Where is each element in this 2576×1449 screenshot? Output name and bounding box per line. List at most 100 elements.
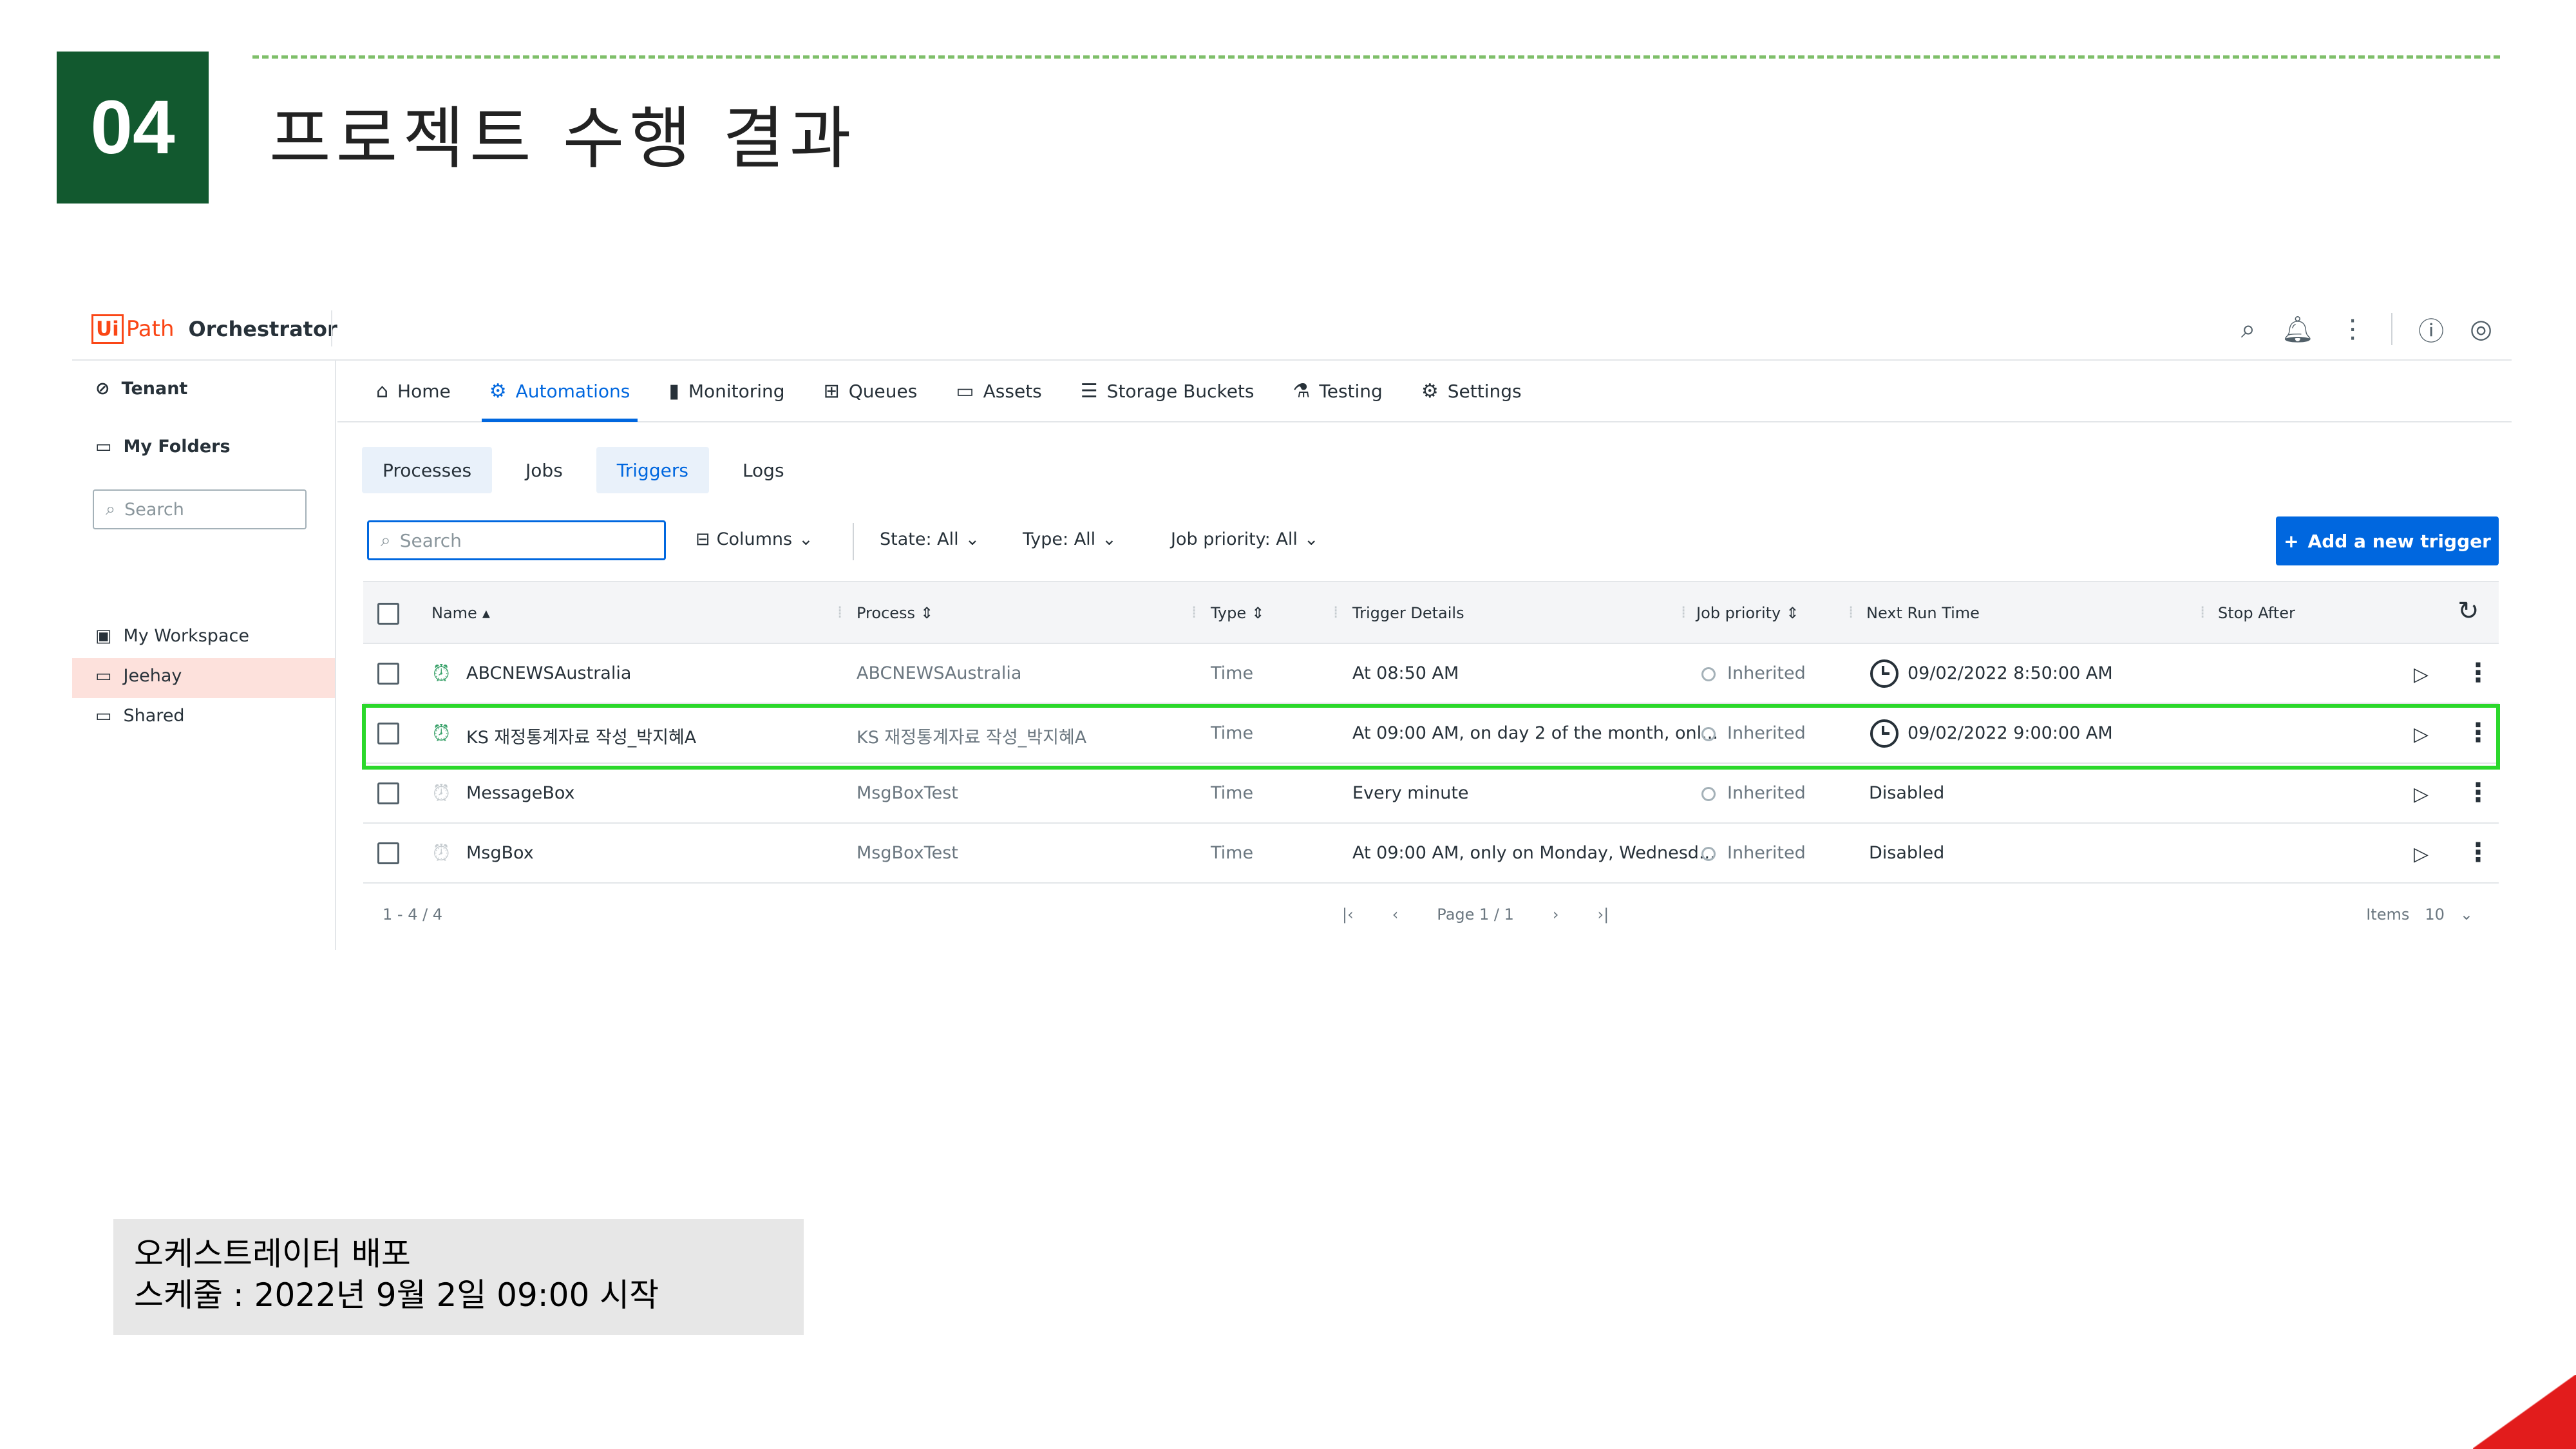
trigger-search-input[interactable]: ⌕ Search: [367, 520, 666, 560]
tab-settings[interactable]: ⚙ Settings: [1402, 360, 1541, 422]
trigger-name[interactable]: MessageBox: [466, 783, 575, 803]
subtab-triggers[interactable]: Triggers: [596, 447, 709, 493]
chevron-down-icon: ⌄: [2459, 905, 2473, 923]
home-icon: ⌂: [376, 379, 389, 402]
sort-icon: ⇕: [1251, 604, 1265, 622]
plus-icon: +: [2284, 530, 2299, 552]
priority-dot-icon: [1701, 667, 1716, 681]
product-name: Orchestrator: [188, 317, 337, 341]
priority-dot-icon: [1701, 847, 1716, 861]
pagination: 1 - 4 / 4 |‹ ‹ Page 1 / 1 › ›| Items 10 …: [337, 895, 2512, 934]
type-filter[interactable]: Type: All ⌄: [1023, 529, 1117, 549]
row-checkbox[interactable]: [377, 782, 399, 804]
sidebar-item-jeehay[interactable]: ▭ Jeehay: [95, 666, 182, 686]
monitoring-icon: ▮: [668, 379, 679, 402]
columns-button[interactable]: ⊟ Columns ⌄: [696, 529, 813, 549]
add-trigger-button[interactable]: + Add a new trigger: [2276, 516, 2499, 565]
column-resize-icon[interactable]: ⁞: [2200, 603, 2205, 622]
select-all-checkbox[interactable]: [377, 603, 399, 625]
table-row[interactable]: ⏰︎ ABCNEWSAustralia ABCNEWSAustralia Tim…: [363, 644, 2499, 704]
trigger-name[interactable]: KS 재정통계자료 작성_박지혜A: [466, 723, 696, 748]
column-header-stop-after[interactable]: Stop After: [2218, 604, 2295, 622]
priority-dot-icon: [1701, 787, 1716, 801]
trigger-name[interactable]: MsgBox: [466, 843, 534, 863]
more-vertical-icon[interactable]: ⋮: [2465, 838, 2491, 867]
sidebar-item-tenant[interactable]: ⊘ Tenant: [95, 379, 187, 399]
triggers-table: Name ▴ ⁞ Process ⇕ ⁞ Type ⇕ ⁞ Trigger De…: [362, 581, 2500, 884]
trigger-details: At 09:00 AM, only on Monday, Wednesd...: [1352, 843, 1716, 863]
table-row[interactable]: ⏰︎ MsgBox MsgBoxTest Time At 09:00 AM, o…: [363, 824, 2499, 884]
row-checkbox[interactable]: [377, 663, 399, 685]
job-priority-filter[interactable]: Job priority: All ⌄: [1171, 529, 1318, 549]
trigger-type: Time: [1211, 723, 1254, 743]
table-row[interactable]: ⏰︎ KS 재정통계자료 작성_박지혜A KS 재정통계자료 작성_박지혜A T…: [363, 704, 2499, 764]
play-icon[interactable]: ▷: [2414, 843, 2429, 866]
column-header-name[interactable]: Name ▴: [431, 604, 490, 622]
column-resize-icon[interactable]: ⁞: [1333, 603, 1338, 622]
sidebar-search-input[interactable]: ⌕ Search: [93, 489, 307, 529]
trigger-details: At 09:00 AM, on day 2 of the month, onl.…: [1352, 723, 1718, 743]
more-vertical-icon[interactable]: ⋮: [2465, 658, 2491, 688]
row-checkbox[interactable]: [377, 723, 399, 744]
tab-storage-buckets[interactable]: ☰ Storage Buckets: [1061, 360, 1274, 422]
search-icon[interactable]: ⌕: [2241, 314, 2255, 344]
next-run-time: 09/02/2022 8:50:00 AM: [1908, 663, 2113, 683]
column-resize-icon[interactable]: ⁞: [1848, 603, 1853, 622]
section-number: 04: [57, 52, 209, 204]
subtab-jobs[interactable]: Jobs: [505, 447, 583, 493]
column-resize-icon[interactable]: ⁞: [1681, 603, 1686, 622]
page-range: 1 - 4 / 4: [383, 905, 443, 923]
tab-testing[interactable]: ⚗ Testing: [1273, 360, 1401, 422]
chevron-down-icon: ⌄: [1303, 529, 1319, 549]
trigger-name[interactable]: ABCNEWSAustralia: [466, 663, 631, 683]
row-checkbox[interactable]: [377, 842, 399, 864]
first-page-icon[interactable]: |‹: [1342, 905, 1354, 923]
bell-icon[interactable]: 🔔︎: [2281, 314, 2314, 345]
slide: 04 프로젝트 수행 결과 Ui Path Orchestrator ⌕ 🔔︎ …: [0, 0, 2576, 1449]
chevron-down-icon: ⌄: [965, 529, 980, 549]
column-header-next-run-time[interactable]: Next Run Time: [1866, 604, 1980, 622]
column-header-process[interactable]: Process ⇕: [857, 604, 933, 622]
filter-toolbar: ⌕ Search ⊟ Columns ⌄ State: All ⌄ Type: …: [337, 515, 2512, 567]
subtab-logs[interactable]: Logs: [722, 447, 805, 493]
tab-queues[interactable]: ⊞ Queues: [804, 360, 937, 422]
tab-home[interactable]: ⌂ Home: [357, 360, 470, 422]
sidebar-item-my-folders[interactable]: ▭ My Folders: [95, 437, 231, 457]
user-avatar-icon[interactable]: ◎: [2470, 314, 2492, 344]
play-icon[interactable]: ▷: [2414, 663, 2429, 686]
chevron-down-icon: ⌄: [1102, 529, 1117, 549]
column-resize-icon[interactable]: ⁞: [837, 603, 842, 622]
subtab-processes[interactable]: Processes: [362, 447, 493, 493]
caption-line-1: 오케스트레이터 배포: [134, 1235, 411, 1273]
trigger-type: Time: [1211, 663, 1254, 683]
more-vertical-icon[interactable]: ⋮: [2340, 314, 2365, 344]
column-resize-icon[interactable]: ⁞: [1191, 603, 1197, 622]
prev-page-icon[interactable]: ‹: [1392, 905, 1399, 923]
next-page-icon[interactable]: ›: [1553, 905, 1559, 923]
column-header-type[interactable]: Type ⇕: [1211, 604, 1264, 622]
sidebar-item-shared[interactable]: ▭ Shared: [95, 706, 185, 726]
more-vertical-icon[interactable]: ⋮: [2465, 778, 2491, 808]
items-per-page[interactable]: Items 10 ⌄: [2366, 905, 2473, 923]
divider: [252, 55, 2500, 59]
play-icon[interactable]: ▷: [2414, 783, 2429, 806]
orchestrator-screenshot: Ui Path Orchestrator ⌕ 🔔︎ ⋮ ⓘ ◎ ⊘ Tenant…: [72, 296, 2512, 950]
column-header-job-priority[interactable]: Job priority ⇕: [1696, 604, 1799, 622]
sidebar-item-my-workspace[interactable]: ▣ My Workspace: [95, 626, 249, 646]
tab-automations[interactable]: ⚙ Automations: [470, 360, 650, 422]
table-row[interactable]: ⏰︎ MessageBox MsgBoxTest Time Every minu…: [363, 764, 2499, 824]
refresh-icon[interactable]: ↻: [2458, 596, 2479, 626]
state-filter[interactable]: State: All ⌄: [880, 529, 980, 549]
alarm-clock-icon: ⏰︎: [433, 721, 450, 746]
tab-monitoring[interactable]: ▮ Monitoring: [649, 360, 804, 422]
help-icon[interactable]: ⓘ: [2418, 310, 2444, 348]
last-page-icon[interactable]: ›|: [1598, 905, 1609, 923]
column-header-trigger-details[interactable]: Trigger Details: [1352, 604, 1464, 622]
storage-icon: ☰: [1080, 379, 1098, 402]
more-vertical-icon[interactable]: ⋮: [2465, 718, 2491, 748]
uipath-logo[interactable]: Ui Path Orchestrator: [91, 314, 337, 344]
play-icon[interactable]: ▷: [2414, 723, 2429, 746]
assets-icon: ▭: [956, 379, 974, 402]
tab-assets[interactable]: ▭ Assets: [936, 360, 1061, 422]
top-actions: ⌕ 🔔︎ ⋮ ⓘ ◎: [2241, 310, 2492, 348]
